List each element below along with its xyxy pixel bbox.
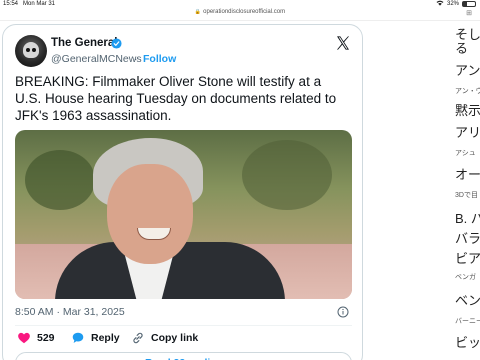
lock-icon: 🔒 [194, 9, 202, 15]
copy-link-button[interactable]: Copy link [131, 331, 198, 345]
user-handle[interactable]: @GeneralMCNews [51, 53, 142, 65]
like-button[interactable]: 529 [17, 331, 55, 345]
tweet-card[interactable]: The General @GeneralMCNews · Follow BREA… [2, 24, 363, 360]
toolbar-divider [0, 20, 480, 21]
side-text-line: ビッ [455, 335, 480, 350]
reply-button[interactable]: Reply [71, 331, 120, 345]
separator-dot: · [134, 53, 138, 65]
side-text-line: 3Dで目 [455, 192, 478, 199]
tabs-icon[interactable]: ⊞ [466, 9, 472, 17]
read-replies-button[interactable]: Read 22 replies [15, 352, 352, 360]
eye-shape [26, 48, 30, 52]
follow-button[interactable]: Follow [143, 53, 176, 65]
wifi-icon [436, 0, 444, 8]
status-right: 32% [436, 0, 476, 8]
like-count: 529 [37, 332, 55, 344]
side-text-line: 黙示 [455, 103, 480, 118]
side-text-line: ビア [455, 251, 480, 266]
tweet-actions: 529 Reply Copy link [15, 331, 352, 351]
status-date: Mon Mar 31 [23, 1, 56, 7]
side-text-line: ベンガ [455, 274, 476, 281]
side-text-line: バーニー [455, 318, 480, 325]
address-bar[interactable]: 🔒 operationdisclosureofficial.com ⊞ [0, 8, 480, 20]
side-text-line: る [455, 41, 469, 56]
side-text-line: B. パ [455, 211, 480, 226]
x-logo-icon[interactable] [335, 35, 351, 51]
heart-icon [18, 332, 30, 344]
url-text: operationdisclosureofficial.com [203, 9, 286, 15]
side-text-line: アリ [455, 125, 480, 140]
tweet-timestamp[interactable]: 8:50 AM · Mar 31, 2025 [15, 306, 125, 318]
link-icon [133, 332, 143, 344]
tweet-photo[interactable] [15, 130, 352, 299]
url-field[interactable]: 🔒 operationdisclosureofficial.com [0, 9, 480, 15]
reply-bubble-icon [72, 332, 84, 343]
info-icon[interactable] [337, 306, 349, 318]
side-text-line: オー [455, 167, 480, 182]
side-text-line: アン [455, 63, 480, 78]
tweet-divider [15, 325, 352, 326]
side-text-line: ベン [455, 293, 480, 308]
background-blur [242, 140, 332, 210]
battery-percent: 32% [446, 1, 459, 7]
copy-link-label: Copy link [151, 332, 199, 344]
tweet-text: BREAKING: Filmmaker Oliver Stone will te… [15, 74, 337, 123]
background-blur [25, 150, 95, 210]
reply-label: Reply [91, 332, 120, 344]
eye-shape [32, 48, 36, 52]
person-face [107, 164, 193, 264]
verified-badge-icon [111, 38, 122, 49]
battery-icon [462, 1, 476, 7]
status-time: 15:54 [3, 1, 19, 7]
side-text-line: アン・ヴ [455, 88, 480, 95]
side-text-line: アシュ [455, 150, 476, 157]
display-name[interactable]: The General [51, 37, 117, 49]
side-text-line: バラ [455, 231, 480, 246]
avatar[interactable] [15, 35, 47, 67]
